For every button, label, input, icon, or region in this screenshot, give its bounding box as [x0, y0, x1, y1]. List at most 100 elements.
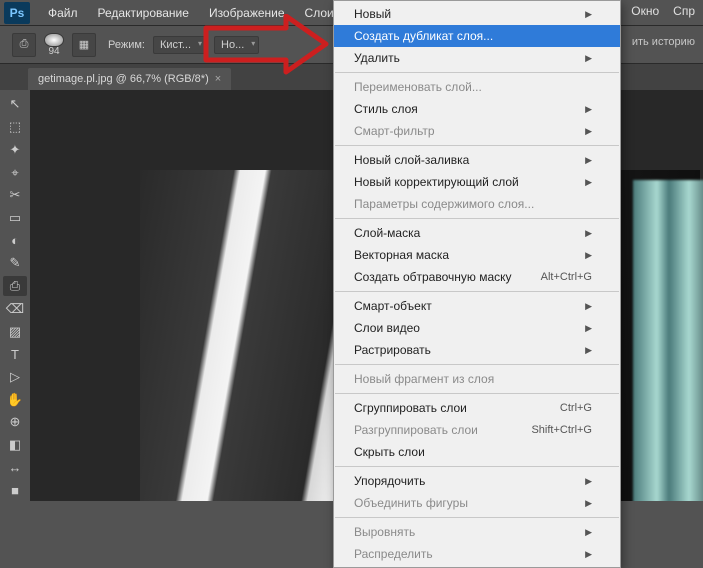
brush-size-value: 94: [48, 47, 59, 57]
menu-item-label: Слои видео: [354, 321, 420, 335]
menu-item-label: Упорядочить: [354, 474, 425, 488]
menu-item[interactable]: Смарт-объект ▶: [334, 295, 620, 317]
eraser-tool-icon[interactable]: ⌫: [3, 298, 27, 319]
menu-file[interactable]: Файл: [38, 2, 88, 24]
menu-item[interactable]: Растрировать ▶: [334, 339, 620, 361]
document-image-part: [633, 180, 703, 501]
path-tool-icon[interactable]: ▷: [3, 367, 27, 388]
slice-tool-icon[interactable]: ✂: [3, 185, 27, 206]
menu-item-label: Создать обтравочную маску: [354, 270, 512, 284]
menu-item-label: Распределить: [354, 547, 433, 561]
eyedrop-tool-icon[interactable]: ◐: [3, 230, 27, 251]
menu-item-shortcut: Ctrl+G: [560, 402, 592, 414]
menu-item: Выровнять ▶: [334, 521, 620, 543]
menu-item: Смарт-фильтр ▶: [334, 120, 620, 142]
submenu-arrow-icon: ▶: [585, 126, 592, 137]
menu-item-label: Слой-маска: [354, 226, 420, 240]
brush-panel-icon[interactable]: ▦: [72, 33, 96, 57]
gradient-tool-icon[interactable]: ▨: [3, 321, 27, 342]
menu-item-label: Объединить фигуры: [354, 496, 468, 510]
menu-item[interactable]: Упорядочить ▶: [334, 470, 620, 492]
frame-tool-icon[interactable]: ▭: [3, 208, 27, 229]
document-tab[interactable]: getimage.pl.jpg @ 66,7% (RGB/8*) ×: [28, 68, 231, 90]
submenu-arrow-icon: ▶: [585, 476, 592, 487]
stamp-tool-icon[interactable]: ⎙: [3, 276, 27, 297]
menu-item: Разгруппировать слои Shift+Ctrl+G: [334, 419, 620, 441]
menu-item-label: Параметры содержимого слоя...: [354, 197, 534, 211]
menu-item-label: Разгруппировать слои: [354, 423, 478, 437]
swap-colors-icon[interactable]: ◧: [3, 435, 27, 456]
menu-separator: [335, 218, 619, 219]
menu-item[interactable]: Векторная маска ▶: [334, 244, 620, 266]
menu-item-label: Смарт-объект: [354, 299, 432, 313]
colors-icon[interactable]: ↔: [3, 458, 27, 479]
submenu-arrow-icon: ▶: [585, 250, 592, 261]
menu-separator: [335, 72, 619, 73]
menu-item-label: Растрировать: [354, 343, 431, 357]
menu-item[interactable]: Сгруппировать слои Ctrl+G: [334, 397, 620, 419]
brush-preview-icon[interactable]: [44, 33, 64, 47]
menu-item[interactable]: Новый ▶: [334, 3, 620, 25]
menu-item[interactable]: Удалить▶: [334, 47, 620, 69]
menu-separator: [335, 517, 619, 518]
menu-item[interactable]: Новый слой-заливка ▶: [334, 149, 620, 171]
menu-item[interactable]: Новый корректирующий слой▶: [334, 171, 620, 193]
close-tab-icon[interactable]: ×: [215, 73, 221, 85]
mode-select[interactable]: Кист...: [153, 36, 206, 54]
menu-item-label: Удалить: [354, 51, 400, 65]
menu-item-label: Выровнять: [354, 525, 415, 539]
submenu-arrow-icon: ▶: [585, 345, 592, 356]
menu-item[interactable]: Создать дубликат слоя...: [334, 25, 620, 47]
tool-preset-icon[interactable]: ⎙: [12, 33, 36, 57]
menu-separator: [335, 145, 619, 146]
mode-label: Режим:: [108, 39, 145, 51]
marquee-tool-icon[interactable]: ⬚: [3, 117, 27, 138]
menu-item-shortcut: Alt+Ctrl+G: [541, 271, 592, 283]
history-hint: ить историю: [632, 36, 695, 48]
menu-separator: [335, 364, 619, 365]
blend-select[interactable]: Но...: [214, 36, 259, 54]
brush-tool-icon[interactable]: ✎: [3, 253, 27, 274]
menu-item[interactable]: Скрыть слои: [334, 441, 620, 463]
app-logo: Ps: [4, 2, 30, 24]
submenu-arrow-icon: ▶: [585, 301, 592, 312]
menu-separator: [335, 393, 619, 394]
submenu-arrow-icon: ▶: [585, 104, 592, 115]
menu-window[interactable]: Окно: [631, 4, 659, 18]
menu-item-label: Векторная маска: [354, 248, 449, 262]
menubar-right: Окно Спр: [631, 4, 695, 18]
submenu-arrow-icon: ▶: [585, 527, 592, 538]
hand-tool-icon[interactable]: ✋: [3, 389, 27, 410]
submenu-arrow-icon: ▶: [585, 155, 592, 166]
submenu-arrow-icon: ▶: [585, 228, 592, 239]
menu-item-label: Сгруппировать слои: [354, 401, 467, 415]
menu-edit[interactable]: Редактирование: [88, 2, 199, 24]
menu-item-shortcut: Shift+Ctrl+G: [531, 424, 592, 436]
menu-item[interactable]: Слои видео▶: [334, 317, 620, 339]
menu-item-label: Новый фрагмент из слоя: [354, 372, 494, 386]
menu-item[interactable]: Стиль слоя ▶: [334, 98, 620, 120]
document-tab-title: getimage.pl.jpg @ 66,7% (RGB/8*): [38, 73, 209, 85]
menu-separator: [335, 466, 619, 467]
menu-item-label: Новый: [354, 7, 391, 21]
layer-context-menu: Новый▶Создать дубликат слоя...Удалить▶Пе…: [333, 0, 621, 568]
crop-tool-icon[interactable]: ⌖: [3, 162, 27, 183]
menu-item: Объединить фигуры ▶: [334, 492, 620, 514]
move-tool-icon[interactable]: ↖: [3, 94, 27, 115]
tool-palette: ↖ ⬚ ✦ ⌖ ✂ ▭ ◐ ✎ ⎙ ⌫ ▨ T ▷ ✋ ⊕ ◧ ↔ ■: [0, 90, 30, 501]
menu-item[interactable]: Слой-маска ▶: [334, 222, 620, 244]
quickmask-icon[interactable]: ■: [3, 480, 27, 501]
type-tool-icon[interactable]: T: [3, 344, 27, 365]
wand-tool-icon[interactable]: ✦: [3, 139, 27, 160]
submenu-arrow-icon: ▶: [585, 9, 592, 20]
submenu-arrow-icon: ▶: [585, 498, 592, 509]
menu-item-label: Стиль слоя: [354, 102, 418, 116]
menu-item[interactable]: Создать обтравочную маску Alt+Ctrl+G: [334, 266, 620, 288]
submenu-arrow-icon: ▶: [585, 177, 592, 188]
menu-help[interactable]: Спр: [673, 4, 695, 18]
menu-item-label: Переименовать слой...: [354, 80, 482, 94]
zoom-tool-icon[interactable]: ⊕: [3, 412, 27, 433]
menu-item-label: Новый слой-заливка: [354, 153, 469, 167]
menu-item-label: Смарт-фильтр: [354, 124, 435, 138]
menu-image[interactable]: Изображение: [199, 2, 295, 24]
